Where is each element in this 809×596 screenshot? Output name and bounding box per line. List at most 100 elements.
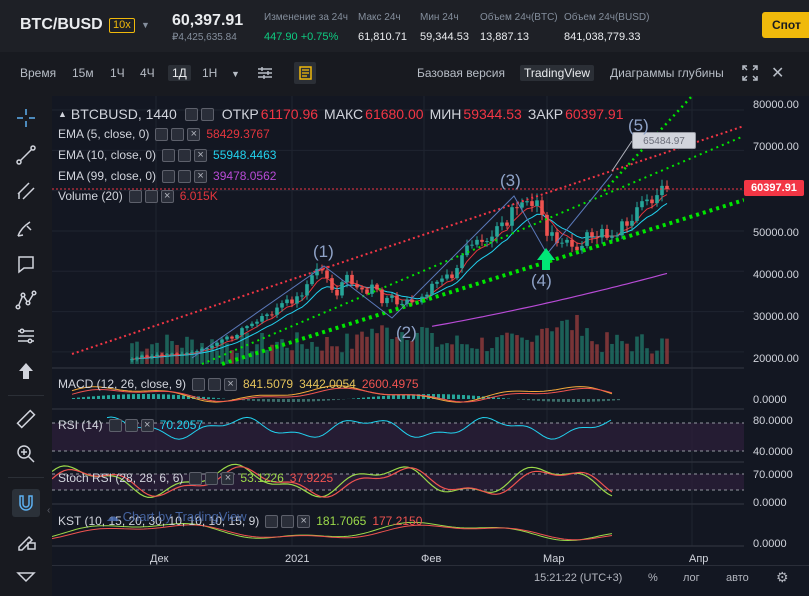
macd-histogram-bar [307,399,310,402]
volume-bar [165,334,169,364]
gear-icon[interactable] [144,189,158,203]
wave-label-3[interactable]: (3) [500,171,521,191]
gear-icon[interactable] [178,148,192,162]
volume-bar [170,341,174,364]
wave-label-2[interactable]: (2) [396,323,417,343]
trend-line-tool-icon[interactable] [12,141,40,169]
prediction-tool-icon[interactable] [12,322,40,350]
remove-icon[interactable]: × [221,471,235,485]
collapse-sidebar-icon[interactable]: ‹ [47,505,50,516]
interval-1w[interactable]: 1Н [202,66,217,80]
view-depth-chart[interactable]: Диаграммы глубины [610,66,724,80]
interval-1d[interactable]: 1Д [168,65,191,81]
volume-bar [605,332,609,364]
view-basic[interactable]: Базовая версия [417,66,505,80]
volume-bar [600,352,604,364]
auto-toggle[interactable]: авто [726,572,749,584]
wave-label-4[interactable]: (4) [531,271,552,291]
interval-4h[interactable]: 4Ч [140,66,155,80]
clock[interactable]: 15:21:22 (UTC+3) [534,572,622,584]
percent-toggle[interactable]: % [648,572,658,584]
eye-icon[interactable] [192,377,206,391]
close-icon[interactable]: ✕ [771,63,789,82]
macd-histogram-bar [592,399,595,402]
ruler-tool-icon[interactable] [12,405,40,433]
volume-bar [385,327,389,364]
brush-tool-icon[interactable] [12,214,40,242]
gear-icon[interactable] [178,169,192,183]
remove-icon[interactable]: × [194,148,208,162]
legend-collapse-icon[interactable]: ▲ [58,109,67,119]
leverage-badge[interactable]: 10x [109,18,135,33]
macd-histogram-bar [532,399,535,401]
pattern-tool-icon[interactable] [12,286,40,314]
remove-icon[interactable]: × [140,418,154,432]
last-price: 60,397.91 [172,12,244,29]
candle-body [130,359,134,361]
arrow-up-tool-icon[interactable] [12,357,40,385]
lock-drawing-icon[interactable] [12,526,40,554]
gear-icon[interactable] [200,107,214,121]
interval-1h[interactable]: 1Ч [110,66,125,80]
macd-value-2: 3442.0054 [299,377,356,391]
candle-body [560,242,564,244]
magnet-icon[interactable] [12,489,40,517]
caret-down-icon[interactable]: ▼ [141,20,150,30]
macd-histogram-bar [362,397,365,399]
candle-body [255,321,259,324]
remove-icon[interactable]: × [194,169,208,183]
volume-bar [575,314,579,364]
time-tick: Фев [421,553,442,565]
eye-icon[interactable] [108,418,122,432]
candle-body [490,236,494,242]
indicators-icon[interactable] [294,62,316,84]
candle-body [445,274,449,279]
candle-body [360,287,364,290]
eye-icon[interactable] [155,127,169,141]
close-value: 60397.91 [565,106,624,122]
eye-icon[interactable] [189,471,203,485]
fib-tool-icon[interactable] [12,177,40,205]
macd-histogram-bar [502,398,505,399]
volume-bar [495,337,499,364]
interval-15m[interactable]: 15м [72,66,94,80]
eye-icon[interactable] [162,169,176,183]
symbol-name[interactable]: BTC/BUSD [20,16,103,34]
eye-icon[interactable] [162,148,176,162]
gear-icon[interactable]: ⚙ [776,569,789,586]
settings-sliders-icon[interactable] [254,62,276,84]
volume-bar [515,335,519,364]
volume-bar [365,336,369,364]
hide-drawings-icon[interactable] [12,562,40,590]
stat-label-high: Макс 24ч [358,12,401,23]
candle-body [590,232,594,237]
tradingview-watermark[interactable]: ☁ Chart by TradingView [106,509,247,525]
legend-main: ▲ BTCBUSD, 1440 ОТКР 61170.96 МАКС 61680… [58,106,624,122]
macd-histogram-bar [207,397,210,399]
candle-body [545,214,549,236]
gear-icon[interactable] [205,471,219,485]
gear-icon[interactable] [208,377,222,391]
remove-icon[interactable]: × [224,377,238,391]
wave-label-1[interactable]: (1) [313,242,334,262]
eye-icon[interactable] [184,107,198,121]
log-toggle[interactable]: лог [683,572,700,584]
gear-icon[interactable] [281,514,295,528]
interval-more-icon[interactable]: ▼ [231,69,240,79]
eye-icon[interactable] [265,514,279,528]
remove-icon[interactable]: × [187,127,201,141]
spot-button[interactable]: Спот [762,12,809,38]
volume-bar [340,352,344,364]
volume-bar [330,346,334,364]
view-tradingview[interactable]: TradingView [520,65,595,81]
fullscreen-icon[interactable] [742,65,758,81]
gear-icon[interactable] [124,418,138,432]
remove-icon[interactable]: × [297,514,311,528]
remove-icon[interactable]: × [160,189,174,203]
gear-icon[interactable] [171,127,185,141]
annotation-tool-icon[interactable] [12,250,40,278]
zoom-in-icon[interactable] [12,440,40,468]
crosshair-tool-icon[interactable] [12,104,40,132]
eye-icon[interactable] [128,189,142,203]
wave-label-5[interactable]: (5) [628,116,649,136]
